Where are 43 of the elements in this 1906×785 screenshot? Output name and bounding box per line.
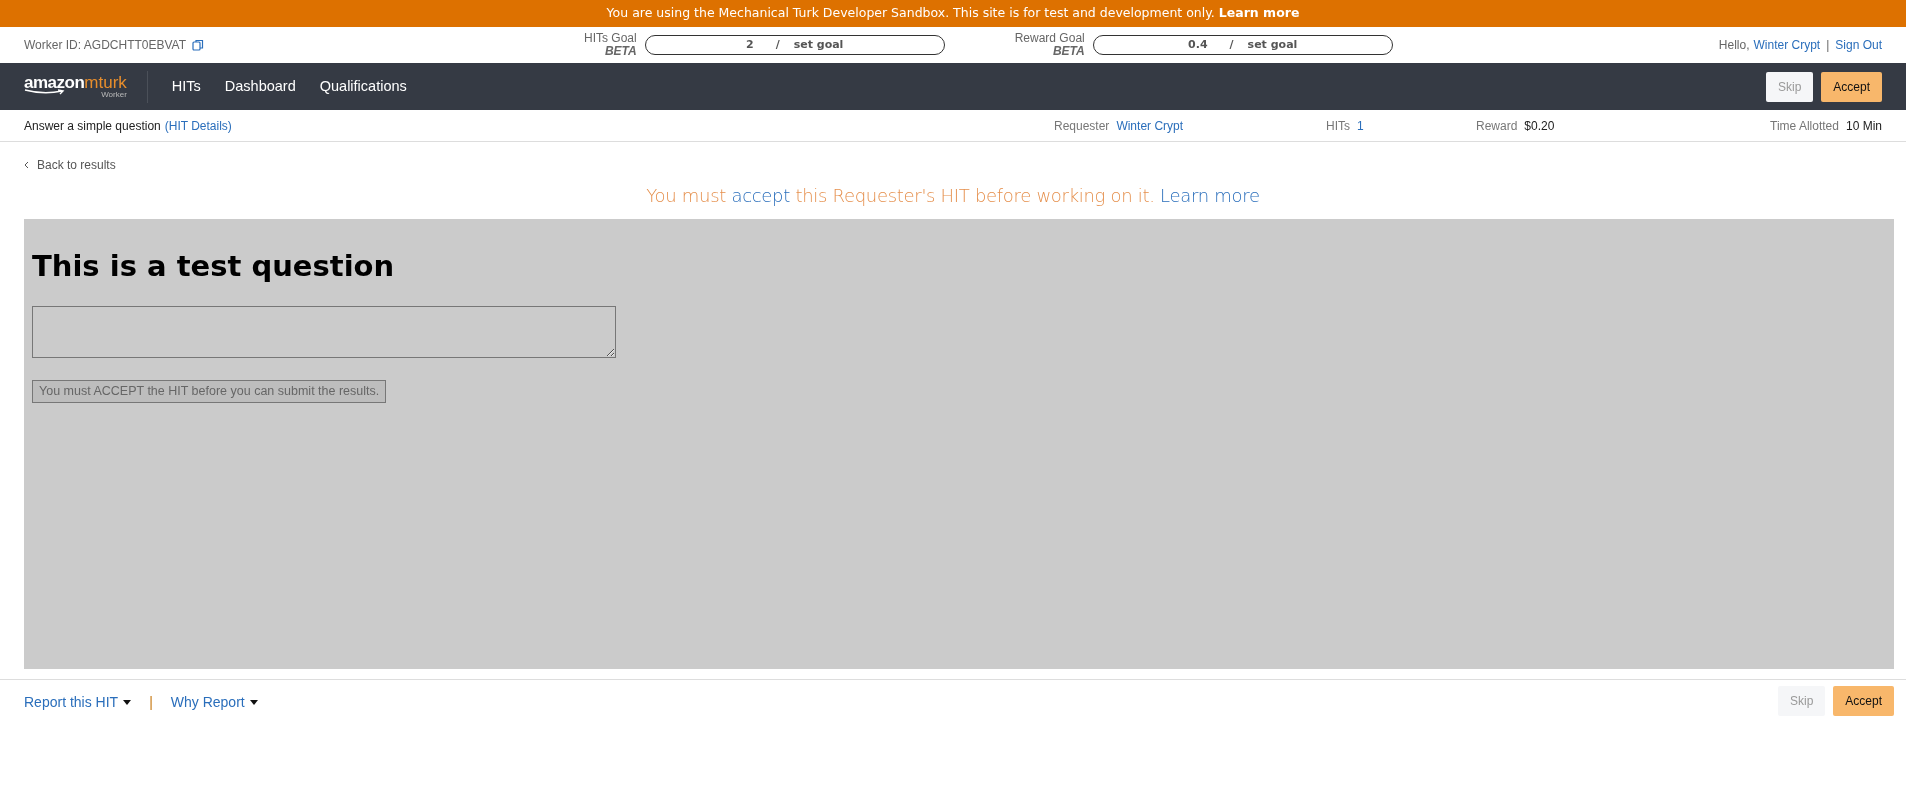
goal-label: HITs Goal [584, 32, 637, 45]
notice-link[interactable]: Learn more [1160, 185, 1260, 206]
goal-label: Reward Goal [1014, 32, 1085, 45]
field-label: Requester [1054, 117, 1110, 135]
user-name-link[interactable]: Winter Crypt [1753, 36, 1821, 54]
notice-link[interactable]: accept [731, 185, 790, 206]
logo-text: mturk [84, 74, 127, 91]
worker-id: Worker ID: AGDCHTT0EBVAT [24, 37, 187, 54]
field-value: $0.20 [1524, 117, 1555, 135]
caret-icon [123, 700, 132, 705]
notice-message: You must accept this Requester's HIT before working on it. Learn more [646, 184, 1260, 208]
question-heading: This is a test question [32, 249, 396, 284]
sign-out-link[interactable]: Sign Out [1835, 36, 1882, 54]
accept-button[interactable]: Accept [1821, 71, 1882, 102]
nav-link[interactable]: HITs [159, 75, 213, 98]
nav-link[interactable]: Qualifications [307, 75, 419, 98]
banner-message: You are using the Mechanical Turk Developer Sandbox. This site is for test and development only. Learn more [606, 4, 1300, 23]
hit-title: Answer a simple question [24, 117, 161, 135]
learn-more-link[interactable]: Learn more [1218, 5, 1300, 21]
copy-icon[interactable] [192, 39, 205, 51]
field-value-link[interactable]: 1 [1357, 116, 1364, 135]
report-dropdown-link[interactable]: Why Report [170, 692, 258, 713]
hit-details-link[interactable]: (HIT Details) [164, 116, 232, 135]
field-value: 10 Min [1845, 117, 1882, 135]
logo-subtitle: Worker [101, 91, 127, 99]
nav-link[interactable]: Dashboard [212, 75, 308, 98]
separator-text: | [149, 693, 153, 712]
beta-label: BETA [603, 45, 637, 58]
divider-text: | [1826, 37, 1830, 54]
caret-icon [249, 700, 258, 705]
field-value-link[interactable]: Winter Crypt [1116, 116, 1184, 135]
logo-text: amazon [24, 74, 85, 91]
accept-button[interactable]: Accept [1833, 686, 1894, 716]
answer-box[interactable] [32, 305, 616, 358]
field-label: Reward [1476, 117, 1518, 135]
field-label: HITs [1326, 117, 1350, 135]
submit-button[interactable]: You must ACCEPT the HIT before you can submit the results. [32, 379, 387, 403]
report-dropdown-link[interactable]: Report this HIT [24, 692, 132, 713]
chevron-left-icon [24, 161, 29, 169]
back-to-results-link[interactable]: Back to results [37, 156, 116, 174]
field-label: Time Allotted [1770, 117, 1839, 135]
beta-label: BETA [1051, 45, 1085, 58]
greeting-text: Hello, [1718, 37, 1750, 54]
